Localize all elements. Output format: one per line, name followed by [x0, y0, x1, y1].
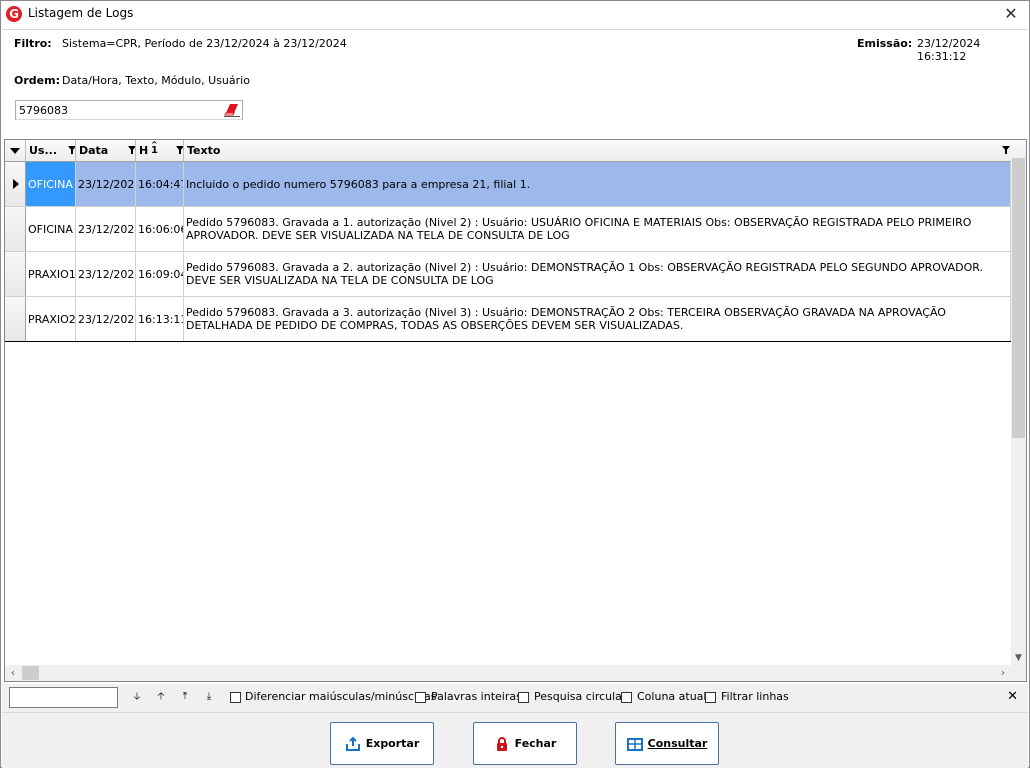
app-logo-icon: G [6, 6, 22, 22]
label-filter-rows: Filtrar linhas [721, 690, 789, 703]
row-indicator[interactable] [5, 297, 26, 341]
cell-hora[interactable]: 16:13:11 [136, 297, 184, 341]
arrow-first-icon[interactable]: ⤒ [178, 690, 192, 704]
search-input-value: 5796083 [19, 104, 68, 117]
cell-data[interactable]: 23/12/2024 [76, 297, 136, 341]
row-pointer-icon [13, 179, 19, 189]
find-input[interactable] [9, 687, 118, 708]
indicator-header[interactable] [5, 140, 26, 161]
scroll-down-icon[interactable]: ▼ [1011, 651, 1026, 665]
cell-texto[interactable]: Pedido 5796083. Gravada a 3. autorização… [184, 297, 1011, 341]
eraser-icon[interactable] [224, 103, 240, 117]
emissao-label: Emissão: [857, 37, 913, 50]
title-bar: G Listagem de Logs ✕ [1, 1, 1029, 29]
filtro-value: Sistema=CPR, Período de 23/12/2024 à 23/… [62, 37, 347, 50]
log-grid: Us... Data H ^ 1 Texto OFICINA 23/12/202… [4, 139, 1027, 682]
ordem-label: Ordem: [14, 74, 60, 87]
emissao-value: 23/12/2024 16:31:12 [917, 37, 981, 63]
sort-asc-icon: ^ 1 [151, 140, 158, 156]
table-icon [626, 737, 643, 751]
close-icon[interactable]: ✕ [1001, 4, 1021, 24]
table-row[interactable]: OFICINA 23/12/2024 16:06:06 Pedido 57960… [5, 207, 1011, 252]
col-header-texto[interactable]: Texto [184, 140, 1026, 161]
vertical-scroll-thumb[interactable] [1012, 158, 1025, 438]
vertical-scrollbar[interactable]: ▼ [1011, 154, 1026, 665]
horizontal-scroll-thumb[interactable] [22, 666, 39, 680]
horizontal-scrollbar[interactable]: ‹ › [5, 665, 1011, 681]
cell-data[interactable]: 23/12/2024 [76, 207, 136, 251]
cell-usuario[interactable]: PRAXIO1 [26, 252, 76, 296]
scroll-corner [1011, 665, 1026, 681]
consult-button[interactable]: Consultar [615, 722, 719, 765]
close-button[interactable]: Fechar [473, 722, 577, 765]
cell-data[interactable]: 23/12/2024 [76, 162, 136, 206]
table-row[interactable]: PRAXIO1 23/12/2024 16:09:04 Pedido 57960… [5, 252, 1011, 297]
arrow-up-icon[interactable]: 🡡 [154, 690, 168, 704]
cell-usuario[interactable]: OFICINA [26, 162, 76, 206]
checkbox-current-column[interactable] [621, 692, 632, 703]
grid-header: Us... Data H ^ 1 Texto [5, 140, 1026, 162]
checkbox-whole-words[interactable] [415, 692, 426, 703]
label-current-column: Coluna atual [637, 690, 707, 703]
scroll-right-icon[interactable]: › [995, 665, 1011, 681]
label-circular-search: Pesquisa circular [534, 690, 627, 703]
table-row[interactable]: PRAXIO2 23/12/2024 16:13:11 Pedido 57960… [5, 297, 1011, 342]
button-bar: Exportar Fechar Consultar [2, 712, 1028, 768]
scroll-left-icon[interactable]: ‹ [5, 665, 21, 681]
window-title: Listagem de Logs [28, 6, 134, 20]
row-indicator[interactable] [5, 162, 26, 206]
col-header-data[interactable]: Data [76, 140, 136, 161]
col-header-usuario[interactable]: Us... [26, 140, 76, 161]
label-case-sensitive: Diferenciar maiúsculas/minúsculas [245, 690, 437, 703]
close-find-icon[interactable]: ✕ [1007, 689, 1018, 704]
col-header-hora[interactable]: H ^ 1 [136, 140, 184, 161]
chevron-down-icon [10, 148, 20, 154]
row-indicator[interactable] [5, 252, 26, 296]
header-panel: Filtro: Sistema=CPR, Período de 23/12/20… [2, 29, 1028, 139]
table-row[interactable]: OFICINA 23/12/2024 16:04:47 Incluido o p… [5, 162, 1011, 207]
row-indicator[interactable] [5, 207, 26, 251]
cell-texto[interactable]: Incluido o pedido numero 5796083 para a … [184, 162, 1011, 206]
checkbox-case-sensitive[interactable] [230, 692, 241, 703]
export-icon [345, 736, 360, 751]
cell-usuario[interactable]: OFICINA [26, 207, 76, 251]
checkbox-filter-rows[interactable] [705, 692, 716, 703]
checkbox-circular-search[interactable] [518, 692, 529, 703]
lock-icon [496, 736, 507, 751]
cell-texto[interactable]: Pedido 5796083. Gravada a 1. autorização… [184, 207, 1011, 251]
cell-hora[interactable]: 16:09:04 [136, 252, 184, 296]
cell-texto[interactable]: Pedido 5796083. Gravada a 2. autorização… [184, 252, 1011, 296]
filtro-label: Filtro: [14, 37, 52, 50]
search-input[interactable]: 5796083 [15, 100, 243, 120]
ordem-value: Data/Hora, Texto, Módulo, Usuário [62, 74, 250, 87]
arrow-down-icon[interactable]: 🡣 [130, 690, 144, 704]
cell-data[interactable]: 23/12/2024 [76, 252, 136, 296]
label-whole-words: Palavras inteiras [431, 690, 522, 703]
cell-usuario[interactable]: PRAXIO2 [26, 297, 76, 341]
export-button[interactable]: Exportar [330, 722, 434, 765]
find-bar: 🡣 🡡 ⤒ ⤓ Diferenciar maiúsculas/minúscula… [2, 684, 1028, 712]
cell-hora[interactable]: 16:06:06 [136, 207, 184, 251]
arrow-last-icon[interactable]: ⤓ [202, 690, 216, 704]
log-list-window: G Listagem de Logs ✕ Filtro: Sistema=CPR… [0, 0, 1030, 768]
cell-hora[interactable]: 16:04:47 [136, 162, 184, 206]
